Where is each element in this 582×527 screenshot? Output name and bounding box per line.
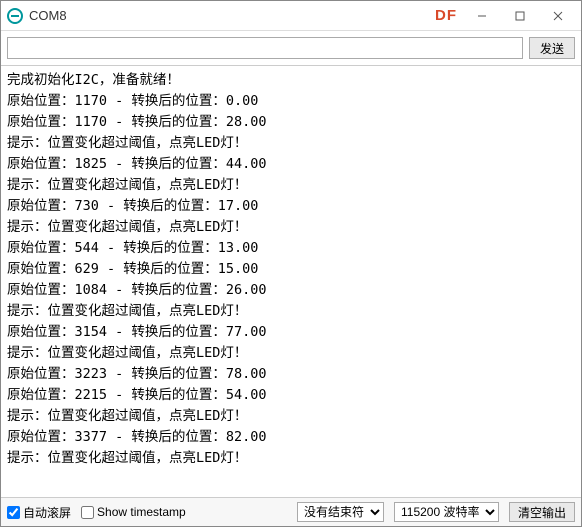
maximize-button[interactable] bbox=[501, 1, 539, 31]
baud-rate-select[interactable]: 115200 波特率 bbox=[394, 502, 499, 522]
autoscroll-text: 自动滚屏 bbox=[23, 504, 71, 521]
command-input[interactable] bbox=[7, 37, 523, 59]
arduino-icon bbox=[7, 8, 23, 24]
autoscroll-checkbox-label[interactable]: 自动滚屏 bbox=[7, 504, 71, 521]
df-badge: DF bbox=[435, 7, 457, 24]
serial-output[interactable]: 完成初始化I2C，准备就绪！ 原始位置：1170 - 转换后的位置：0.00 原… bbox=[1, 66, 581, 498]
timestamp-checkbox[interactable] bbox=[81, 506, 94, 519]
minimize-button[interactable] bbox=[463, 1, 501, 31]
timestamp-checkbox-label[interactable]: Show timestamp bbox=[81, 505, 186, 519]
line-ending-select[interactable]: 没有结束符 bbox=[297, 502, 384, 522]
titlebar: COM8 DF bbox=[1, 1, 581, 31]
timestamp-text: Show timestamp bbox=[97, 505, 186, 519]
close-icon bbox=[553, 11, 563, 21]
send-button[interactable]: 发送 bbox=[529, 37, 575, 59]
minimize-icon bbox=[477, 11, 487, 21]
clear-output-button[interactable]: 清空输出 bbox=[509, 502, 575, 522]
close-button[interactable] bbox=[539, 1, 577, 31]
command-bar: 发送 bbox=[1, 31, 581, 66]
maximize-icon bbox=[515, 11, 525, 21]
window-title: COM8 bbox=[29, 8, 67, 23]
status-bar: 自动滚屏 Show timestamp 没有结束符 115200 波特率 清空输… bbox=[1, 498, 581, 526]
autoscroll-checkbox[interactable] bbox=[7, 506, 20, 519]
